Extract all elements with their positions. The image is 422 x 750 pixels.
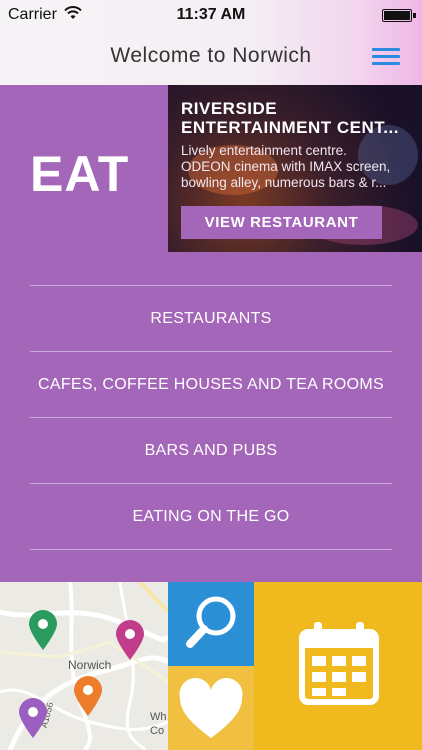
heart-icon xyxy=(179,677,243,738)
section-heading: EAT xyxy=(30,146,130,202)
category-restaurants[interactable]: RESTAURANTS xyxy=(30,286,392,352)
battery-icon xyxy=(382,9,416,22)
top-bar: Carrier 11:37 AM Welcome to Norwich xyxy=(0,0,422,85)
magnifier-icon xyxy=(186,596,236,648)
map-city-label: Norwich xyxy=(68,658,112,672)
featured-description-line3: bowling alley, numerous bars & r... xyxy=(181,175,387,190)
featured-title-line1: RIVERSIDE xyxy=(181,99,278,118)
page-title: Welcome to Norwich xyxy=(110,44,312,67)
status-time: 11:37 AM xyxy=(176,6,246,23)
featured-card[interactable]: RIVERSIDE ENTERTAINMENT CENT... Lively e… xyxy=(168,85,422,252)
map-pin-green-icon xyxy=(29,610,57,650)
menu-button[interactable] xyxy=(372,47,402,67)
map-pin-orange-icon xyxy=(74,676,102,716)
hamburger-icon xyxy=(372,48,400,51)
eat-section: EAT RIVERSIDE ENTERTAINMENT CENT... Live… xyxy=(0,85,422,582)
map-tile[interactable]: Norwich A1056 Wh Co xyxy=(0,582,168,750)
calendar-icon xyxy=(299,622,379,705)
map-pin-purple-icon xyxy=(19,698,47,738)
status-bar: Carrier 11:37 AM xyxy=(0,0,422,30)
map-pin-magenta-icon xyxy=(116,620,144,660)
featured-description-line2: ODEON cinema with IMAX screen, xyxy=(181,159,391,174)
category-eating-on-the-go[interactable]: EATING ON THE GO xyxy=(30,484,392,550)
featured-description-line1: Lively entertainment centre. xyxy=(181,143,347,158)
search-tile[interactable] xyxy=(168,582,254,666)
category-list: RESTAURANTS CAFES, COFFEE HOUSES AND TEA… xyxy=(30,285,392,550)
events-tile[interactable] xyxy=(254,582,422,750)
featured-title-line2: ENTERTAINMENT CENT... xyxy=(181,118,399,137)
view-restaurant-button[interactable]: VIEW RESTAURANT xyxy=(181,206,382,239)
map-side-label: Wh Co xyxy=(150,711,167,737)
category-bars-pubs[interactable]: BARS AND PUBS xyxy=(30,418,392,484)
category-cafes[interactable]: CAFES, COFFEE HOUSES AND TEA ROOMS xyxy=(30,352,392,418)
favourites-tile[interactable] xyxy=(168,666,254,750)
